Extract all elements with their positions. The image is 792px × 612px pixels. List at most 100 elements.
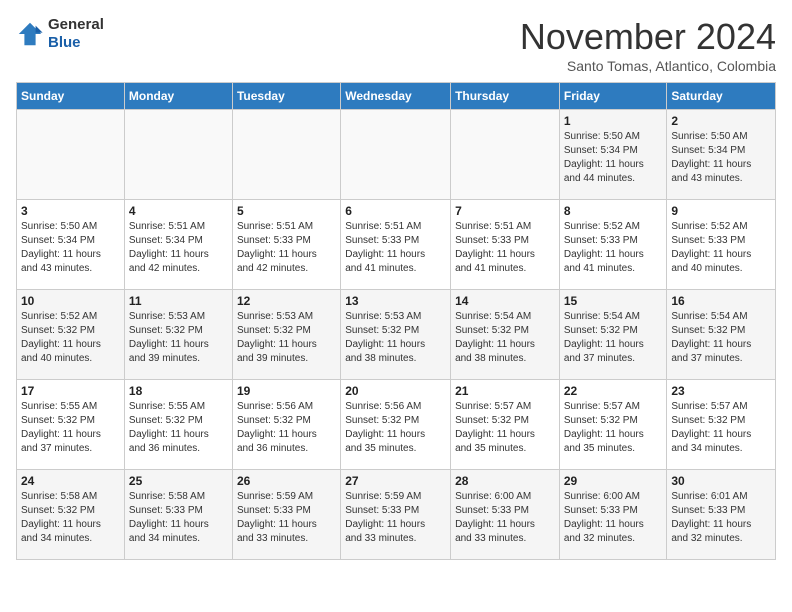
calendar-cell <box>341 110 451 200</box>
day-info: Sunrise: 6:00 AM Sunset: 5:33 PM Dayligh… <box>564 490 663 546</box>
day-number: 30 <box>671 474 771 488</box>
calendar-cell: 15Sunrise: 5:54 AM Sunset: 5:32 PM Dayli… <box>559 290 667 380</box>
day-info: Sunrise: 5:53 AM Sunset: 5:32 PM Dayligh… <box>237 310 336 366</box>
calendar-header: SundayMondayTuesdayWednesdayThursdayFrid… <box>17 83 776 110</box>
day-info: Sunrise: 5:51 AM Sunset: 5:33 PM Dayligh… <box>237 220 336 276</box>
day-number: 19 <box>237 384 336 398</box>
day-info: Sunrise: 5:56 AM Sunset: 5:32 PM Dayligh… <box>237 400 336 456</box>
calendar-cell: 20 Sunrise: 5:56 AM Sunset: 5:32 PM Dayli… <box>341 380 451 470</box>
calendar-cell: 7Sunrise: 5:51 AM Sunset: 5:33 PM Daylig… <box>451 200 560 290</box>
day-info: Sunrise: 5:51 AM Sunset: 5:33 PM Dayligh… <box>455 220 555 276</box>
day-info: Sunrise: 5:54 AM Sunset: 5:32 PM Dayligh… <box>671 310 771 366</box>
day-number: 20 <box>345 384 446 398</box>
day-info: Sunrise: 5:55 AM Sunset: 5:32 PM Dayligh… <box>129 400 228 456</box>
day-number: 9 <box>671 204 771 218</box>
weekday-header: Monday <box>124 83 232 110</box>
calendar-cell: 23 Sunrise: 5:57 AM Sunset: 5:32 PM Dayli… <box>667 380 776 470</box>
calendar-cell: 22 Sunrise: 5:57 AM Sunset: 5:32 PM Dayli… <box>559 380 667 470</box>
day-number: 25 <box>129 474 228 488</box>
day-info: Sunrise: 5:57 AM Sunset: 5:32 PM Dayligh… <box>455 400 555 456</box>
calendar-cell: 2Sunrise: 5:50 AM Sunset: 5:34 PM Daylig… <box>667 110 776 200</box>
calendar-week-row: 24Sunrise: 5:58 AM Sunset: 5:32 PM Dayli… <box>17 470 776 560</box>
day-number: 18 <box>129 384 228 398</box>
calendar-cell: 12 Sunrise: 5:53 AM Sunset: 5:32 PM Dayli… <box>232 290 340 380</box>
calendar-week-row: 3 Sunrise: 5:50 AM Sunset: 5:34 PM Daylig… <box>17 200 776 290</box>
calendar-cell <box>232 110 340 200</box>
day-number: 28 <box>455 474 555 488</box>
day-info: Sunrise: 6:01 AM Sunset: 5:33 PM Dayligh… <box>671 490 771 546</box>
weekday-header: Thursday <box>451 83 560 110</box>
day-info: Sunrise: 5:51 AM Sunset: 5:34 PM Dayligh… <box>129 220 228 276</box>
day-number: 21 <box>455 384 555 398</box>
logo: General Blue <box>16 16 104 52</box>
day-number: 23 <box>671 384 771 398</box>
day-info: Sunrise: 5:58 AM Sunset: 5:32 PM Dayligh… <box>21 490 120 546</box>
calendar-cell: 18 Sunrise: 5:55 AM Sunset: 5:32 PM Dayli… <box>124 380 232 470</box>
day-info: Sunrise: 5:50 AM Sunset: 5:34 PM Dayligh… <box>21 220 120 276</box>
day-info: Sunrise: 5:57 AM Sunset: 5:32 PM Dayligh… <box>564 400 663 456</box>
calendar-cell: 3 Sunrise: 5:50 AM Sunset: 5:34 PM Daylig… <box>17 200 125 290</box>
page-header: General Blue November 2024 Santo Tomas, … <box>16 16 776 74</box>
day-number: 27 <box>345 474 446 488</box>
calendar-table: SundayMondayTuesdayWednesdayThursdayFrid… <box>16 82 776 560</box>
day-info: Sunrise: 5:51 AM Sunset: 5:33 PM Dayligh… <box>345 220 446 276</box>
day-info: Sunrise: 5:52 AM Sunset: 5:33 PM Dayligh… <box>564 220 663 276</box>
day-info: Sunrise: 5:59 AM Sunset: 5:33 PM Dayligh… <box>345 490 446 546</box>
day-number: 3 <box>21 204 120 218</box>
calendar-cell: 16 Sunrise: 5:54 AM Sunset: 5:32 PM Dayli… <box>667 290 776 380</box>
day-number: 17 <box>21 384 120 398</box>
calendar-cell: 8 Sunrise: 5:52 AM Sunset: 5:33 PM Daylig… <box>559 200 667 290</box>
weekday-header: Saturday <box>667 83 776 110</box>
weekday-header: Friday <box>559 83 667 110</box>
calendar-week-row: 1Sunrise: 5:50 AM Sunset: 5:34 PM Daylig… <box>17 110 776 200</box>
day-info: Sunrise: 5:52 AM Sunset: 5:32 PM Dayligh… <box>21 310 120 366</box>
day-number: 11 <box>129 294 228 308</box>
day-number: 12 <box>237 294 336 308</box>
calendar-cell: 27 Sunrise: 5:59 AM Sunset: 5:33 PM Dayli… <box>341 470 451 560</box>
day-info: Sunrise: 6:00 AM Sunset: 5:33 PM Dayligh… <box>455 490 555 546</box>
calendar-cell: 4 Sunrise: 5:51 AM Sunset: 5:34 PM Daylig… <box>124 200 232 290</box>
calendar-cell: 30 Sunrise: 6:01 AM Sunset: 5:33 PM Dayli… <box>667 470 776 560</box>
calendar-cell: 25 Sunrise: 5:58 AM Sunset: 5:33 PM Dayli… <box>124 470 232 560</box>
day-info: Sunrise: 5:53 AM Sunset: 5:32 PM Dayligh… <box>345 310 446 366</box>
day-info: Sunrise: 5:54 AM Sunset: 5:32 PM Dayligh… <box>564 310 663 366</box>
calendar-cell: 17Sunrise: 5:55 AM Sunset: 5:32 PM Dayli… <box>17 380 125 470</box>
calendar-week-row: 17 Sunrise: 5:55 AM Sunset: 5:32 PM Dayli… <box>17 380 776 470</box>
calendar-cell: 11 Sunrise: 5:53 AM Sunset: 5:32 PM Dayli… <box>124 290 232 380</box>
month-title: November 2024 <box>520 16 776 58</box>
day-number: 14 <box>455 294 555 308</box>
day-number: 13 <box>345 294 446 308</box>
calendar-cell: 14 Sunrise: 5:54 AM Sunset: 5:32 PM Dayli… <box>451 290 560 380</box>
calendar-cell: 29 Sunrise: 6:00 AM Sunset: 5:33 PM Dayli… <box>559 470 667 560</box>
day-number: 22 <box>564 384 663 398</box>
calendar-cell: 21 Sunrise: 5:57 AM Sunset: 5:32 PM Dayli… <box>451 380 560 470</box>
logo-text: General Blue <box>48 16 104 52</box>
day-number: 26 <box>237 474 336 488</box>
day-info: Sunrise: 5:53 AM Sunset: 5:32 PM Dayligh… <box>129 310 228 366</box>
calendar-cell <box>17 110 125 200</box>
day-number: 5 <box>237 204 336 218</box>
calendar-cell <box>124 110 232 200</box>
day-number: 8 <box>564 204 663 218</box>
calendar-week-row: 10Sunrise: 5:52 AM Sunset: 5:32 PM Dayli… <box>17 290 776 380</box>
calendar-cell: 24Sunrise: 5:58 AM Sunset: 5:32 PM Dayli… <box>17 470 125 560</box>
calendar-body: 1Sunrise: 5:50 AM Sunset: 5:34 PM Daylig… <box>17 110 776 560</box>
calendar-cell: 9Sunrise: 5:52 AM Sunset: 5:33 PM Daylig… <box>667 200 776 290</box>
day-number: 16 <box>671 294 771 308</box>
logo-icon <box>16 20 44 48</box>
day-info: Sunrise: 5:59 AM Sunset: 5:33 PM Dayligh… <box>237 490 336 546</box>
day-info: Sunrise: 5:54 AM Sunset: 5:32 PM Dayligh… <box>455 310 555 366</box>
calendar-cell: 19 Sunrise: 5:56 AM Sunset: 5:32 PM Dayli… <box>232 380 340 470</box>
day-number: 29 <box>564 474 663 488</box>
weekday-header: Tuesday <box>232 83 340 110</box>
calendar-cell <box>451 110 560 200</box>
day-info: Sunrise: 5:57 AM Sunset: 5:32 PM Dayligh… <box>671 400 771 456</box>
day-number: 2 <box>671 114 771 128</box>
weekday-header: Sunday <box>17 83 125 110</box>
day-number: 4 <box>129 204 228 218</box>
day-info: Sunrise: 5:58 AM Sunset: 5:33 PM Dayligh… <box>129 490 228 546</box>
day-info: Sunrise: 5:56 AM Sunset: 5:32 PM Dayligh… <box>345 400 446 456</box>
calendar-cell: 5 Sunrise: 5:51 AM Sunset: 5:33 PM Daylig… <box>232 200 340 290</box>
day-info: Sunrise: 5:50 AM Sunset: 5:34 PM Dayligh… <box>564 130 663 186</box>
calendar-cell: 6Sunrise: 5:51 AM Sunset: 5:33 PM Daylig… <box>341 200 451 290</box>
